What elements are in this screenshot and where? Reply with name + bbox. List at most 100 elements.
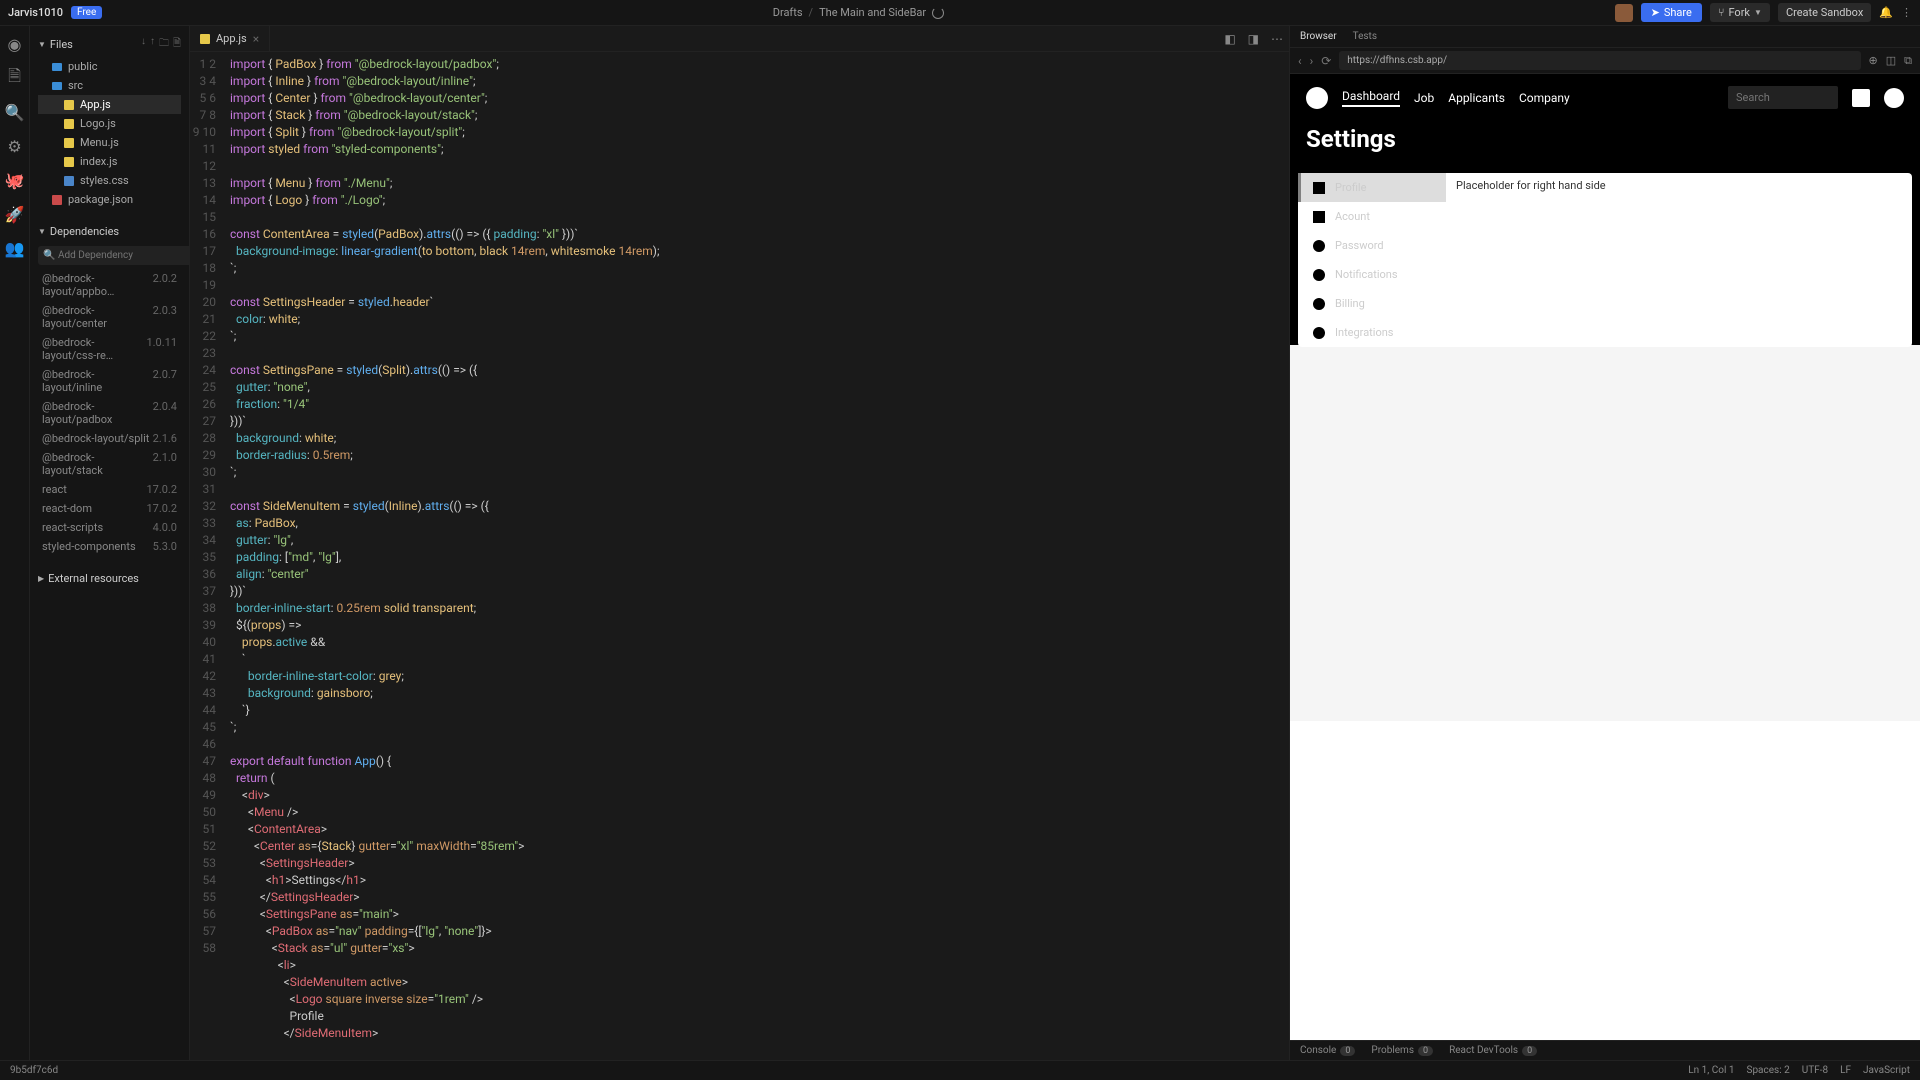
nav-dashboard[interactable]: Dashboard [1342,89,1400,107]
kebab-menu-icon[interactable]: ⋮ [1901,6,1912,19]
folder-src[interactable]: src [38,76,181,95]
file-app-js[interactable]: App.js [38,95,181,114]
code-content[interactable]: import { PadBox } from "@bedrock-layout/… [222,52,1289,1060]
dependency-row[interactable]: @bedrock-layout/padbox2.0.4 [38,397,181,429]
search-icon: 🔍 [43,250,55,261]
files-icon[interactable]: 🗎 [7,70,23,86]
brand-name[interactable]: Jarvis1010 [8,6,63,19]
github-icon[interactable]: 🐙 [7,172,23,188]
app-logo [1306,87,1328,109]
dependency-version: 17.0.2 [146,483,177,496]
folder-icon [52,82,62,90]
status-eol[interactable]: LF [1840,1065,1851,1076]
add-dependency-input[interactable] [38,246,190,265]
square-icon [1313,211,1325,223]
status-language[interactable]: JavaScript [1863,1065,1910,1076]
dependency-row[interactable]: @bedrock-layout/split2.1.6 [38,429,181,448]
dependency-row[interactable]: @bedrock-layout/inline2.0.7 [38,365,181,397]
menu-billing[interactable]: Billing [1298,289,1446,318]
new-file-icon[interactable]: 🗎 [173,36,181,53]
create-sandbox-button[interactable]: Create Sandbox [1778,3,1871,22]
menu-account[interactable]: Acount [1298,202,1446,231]
nav-applicants[interactable]: Applicants [1448,91,1505,105]
dependency-row[interactable]: styled-components5.3.0 [38,537,181,556]
status-lncol[interactable]: Ln 1, Col 1 [1688,1065,1734,1076]
file-menu-js[interactable]: Menu.js [38,133,181,152]
settings-content: Placeholder for right hand side [1446,173,1912,347]
status-spaces[interactable]: Spaces: 2 [1747,1065,1790,1076]
chevron-down-icon[interactable]: ▼ [38,40,46,49]
panel-left-icon[interactable]: ◧ [1218,32,1241,46]
dependency-version: 17.0.2 [146,502,177,515]
deploy-icon[interactable]: 🚀 [7,206,23,222]
file-index-js[interactable]: index.js [38,152,181,171]
notification-icon[interactable] [1852,89,1870,107]
search-icon[interactable]: 🔍 [7,104,23,120]
new-folder-icon[interactable]: 🗀 [159,36,169,53]
nav-job[interactable]: Job [1414,91,1434,105]
breadcrumb-title[interactable]: The Main and SideBar [819,6,926,19]
code-editor[interactable]: 1 2 3 4 5 6 7 8 9 10 11 12 13 14 15 16 1… [190,52,1289,1060]
nav-forward-icon[interactable]: › [1310,54,1314,68]
share-button[interactable]: ➤Share [1641,3,1702,22]
add-to-screen-icon[interactable]: ⊕ [1869,54,1878,67]
dependency-row[interactable]: @bedrock-layout/stack2.1.0 [38,448,181,480]
settings-panel: Profile Acount Password Notifications Bi… [1298,173,1912,347]
dependency-version: 2.0.4 [153,400,177,426]
dependency-version: 4.0.0 [153,521,177,534]
dependency-row[interactable]: @bedrock-layout/center2.0.3 [38,301,181,333]
status-hash[interactable]: 9b5df7c6d [10,1065,58,1076]
dependency-row[interactable]: react-dom17.0.2 [38,499,181,518]
bell-icon[interactable]: 🔔 [1879,6,1893,19]
dependency-row[interactable]: react-scripts4.0.0 [38,518,181,537]
js-icon [64,157,74,167]
close-icon[interactable]: × [253,32,259,46]
chevron-right-icon[interactable]: ▶ [38,574,44,583]
dependency-row[interactable]: react 17.0.2 [38,480,181,499]
live-icon[interactable]: 👥 [7,240,23,256]
dependency-name: react [42,483,67,496]
nav-back-icon[interactable]: ‹ [1298,54,1302,68]
tab-browser[interactable]: Browser [1300,31,1337,42]
tab-problems[interactable]: Problems0 [1371,1045,1433,1056]
download-icon[interactable]: ↓ [141,36,146,53]
sandbox-icon[interactable]: ◉ [7,36,23,52]
menu-notifications[interactable]: Notifications [1298,260,1446,289]
file-styles-css[interactable]: styles.css [38,171,181,190]
nav-company[interactable]: Company [1519,91,1570,105]
breadcrumb-drafts[interactable]: Drafts [773,6,803,19]
editor-pane: App.js × ◧ ◨ ⋯ 1 2 3 4 5 6 7 8 9 10 11 1… [190,26,1289,1060]
dependency-version: 2.0.2 [153,272,177,298]
settings-icon[interactable]: ⚙ [7,138,23,154]
file-package-json[interactable]: package.json [38,190,181,209]
open-external-icon[interactable]: ⧉ [1904,54,1912,68]
dependency-version: 5.3.0 [153,540,177,553]
url-input[interactable] [1339,51,1860,70]
layout-icon[interactable]: ◫ [1886,54,1896,67]
app-search-input[interactable] [1728,86,1838,109]
fork-button[interactable]: ⑂Fork▼ [1710,3,1770,22]
line-numbers: 1 2 3 4 5 6 7 8 9 10 11 12 13 14 15 16 1… [190,52,222,1060]
sync-icon[interactable] [932,7,944,19]
menu-password[interactable]: Password [1298,231,1446,260]
more-icon[interactable]: ⋯ [1265,32,1289,46]
tab-console[interactable]: Console0 [1300,1045,1355,1056]
file-logo-js[interactable]: Logo.js [38,114,181,133]
panel-right-icon[interactable]: ◨ [1242,32,1265,46]
js-icon [64,119,74,129]
folder-public[interactable]: public [38,57,181,76]
upload-icon[interactable]: ↑ [150,36,155,53]
tab-app-js[interactable]: App.js × [190,26,270,51]
tab-tests[interactable]: Tests [1353,31,1377,42]
app-avatar[interactable] [1884,88,1904,108]
tab-react-devtools[interactable]: React DevTools0 [1449,1045,1537,1056]
reload-icon[interactable]: ⟳ [1321,54,1331,68]
menu-integrations[interactable]: Integrations [1298,318,1446,347]
dependency-row[interactable]: @bedrock-layout/css-re…1.0.11 [38,333,181,365]
avatar[interactable] [1615,4,1633,22]
dependency-row[interactable]: @bedrock-layout/appbo…2.0.2 [38,269,181,301]
dependency-name: @bedrock-layout/inline [42,368,153,394]
menu-profile[interactable]: Profile [1298,173,1446,202]
chevron-down-icon[interactable]: ▼ [38,227,46,236]
status-encoding[interactable]: UTF-8 [1802,1065,1828,1076]
